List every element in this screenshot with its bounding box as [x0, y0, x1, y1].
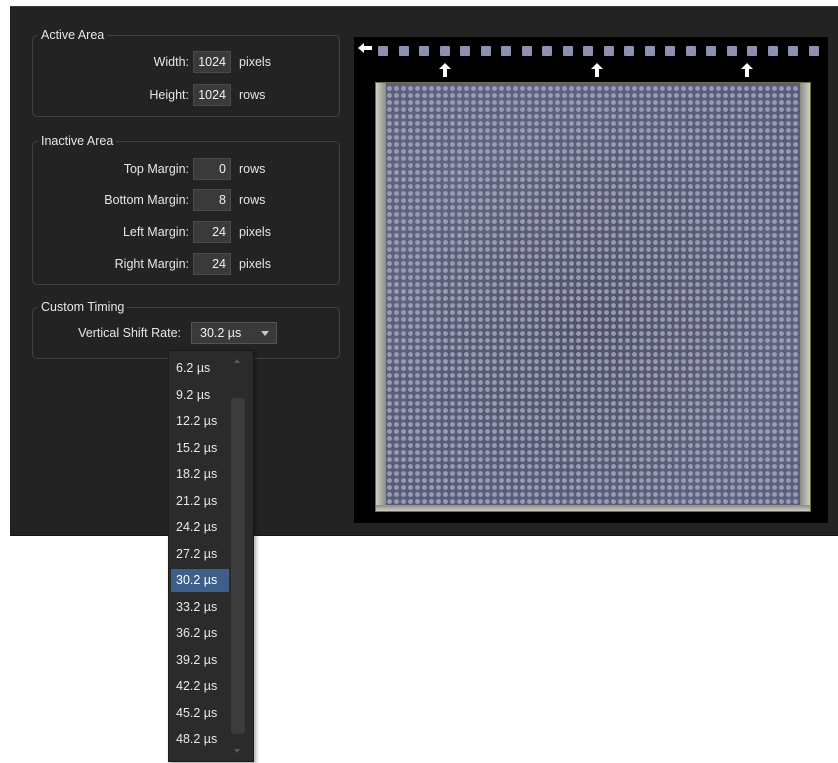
up-arrow-icon: [741, 63, 753, 77]
top-margin-field[interactable]: 0: [193, 158, 231, 180]
left-arrow-icon: [358, 43, 372, 53]
bottom-margin-strip: [376, 505, 810, 511]
bottom-margin-row: Bottom Margin: 8 rows: [33, 189, 339, 213]
width-row: Width: 1024 pixels: [33, 51, 339, 75]
height-unit: rows: [239, 88, 266, 102]
left-margin-label: Left Margin:: [122, 225, 189, 239]
top-margin-label: Top Margin:: [123, 162, 189, 176]
right-margin-label: Right Margin:: [114, 257, 189, 271]
register-pixel: [644, 46, 655, 56]
register-pixel: [480, 46, 491, 56]
active-pixel-grid: [386, 85, 800, 505]
left-margin-strip: [376, 83, 386, 511]
register-pixel: [542, 46, 552, 56]
dropdown-option[interactable]: 6.2 µs: [171, 357, 229, 380]
vertical-shift-rate-dropdown[interactable]: 6.2 µs 9.2 µs 12.2 µs 15.2 µs 18.2 µs 21.2 µs…: [168, 350, 254, 762]
bottom-margin-label: Bottom Margin:: [104, 193, 189, 207]
active-area-group: Active Area Width: 1024 pixels Height: 1…: [32, 28, 340, 117]
height-label: Height:: [149, 88, 189, 102]
custom-timing-title: Custom Timing: [38, 300, 128, 314]
height-row: Height: 1024 rows: [33, 84, 339, 108]
register-pixel: [685, 46, 696, 56]
dropdown-option[interactable]: 48.2 µs: [171, 728, 229, 751]
dropdown-option[interactable]: 9.2 µs: [171, 384, 229, 407]
register-pixel: [501, 46, 511, 56]
register-pixel: [747, 46, 757, 56]
bottom-margin-unit: rows: [239, 193, 266, 207]
register-pixel: [583, 46, 593, 56]
dropdown-option[interactable]: 45.2 µs: [171, 702, 229, 725]
dropdown-option[interactable]: 33.2 µs: [171, 596, 229, 619]
dropdown-option[interactable]: 24.2 µs: [171, 516, 229, 539]
right-margin-strip: [800, 83, 810, 511]
register-pixel: [808, 46, 819, 56]
inactive-area-title: Inactive Area: [38, 134, 117, 148]
top-margin-unit: rows: [239, 162, 266, 176]
inactive-area-group: Inactive Area Top Margin: 0 rows Bottom …: [32, 134, 340, 285]
left-margin-field[interactable]: 24: [193, 221, 231, 243]
active-area-title: Active Area: [38, 28, 108, 42]
ccd-image-area: [375, 82, 811, 512]
dropdown-scrollbar[interactable]: [230, 353, 246, 759]
register-pixel: [603, 46, 614, 56]
up-arrow-icon: [591, 63, 603, 77]
height-field[interactable]: 1024: [193, 84, 231, 106]
dropdown-option[interactable]: 15.2 µs: [171, 437, 229, 460]
dropdown-option[interactable]: 18.2 µs: [171, 463, 229, 486]
register-pixel: [788, 46, 798, 56]
vertical-shift-rate-label: Vertical Shift Rate:: [78, 326, 181, 340]
register-pixel: [706, 46, 716, 56]
width-field[interactable]: 1024: [193, 51, 231, 73]
scroll-up-icon[interactable]: [234, 359, 240, 363]
left-margin-unit: pixels: [239, 225, 271, 239]
vertical-shift-rate-row: Vertical Shift Rate: 30.2 µs: [33, 322, 339, 346]
dropdown-option[interactable]: 30.2 µs: [171, 569, 229, 592]
chevron-down-icon[interactable]: [261, 331, 269, 336]
register-pixel: [665, 46, 675, 56]
register-pixel: [624, 46, 634, 56]
scroll-down-icon[interactable]: [234, 749, 240, 753]
right-margin-unit: pixels: [239, 257, 271, 271]
top-margin-row: Top Margin: 0 rows: [33, 158, 339, 182]
right-margin-row: Right Margin: 24 pixels: [33, 253, 339, 277]
width-label: Width:: [153, 55, 189, 69]
register-pixel: [726, 46, 737, 56]
right-margin-field[interactable]: 24: [193, 253, 231, 275]
register-pixel: [439, 46, 450, 56]
vertical-shift-rate-value: 30.2 µs: [200, 326, 242, 340]
width-unit: pixels: [239, 55, 271, 69]
bottom-margin-field[interactable]: 8: [193, 189, 231, 211]
dropdown-option[interactable]: 12.2 µs: [171, 410, 229, 433]
register-pixel: [398, 46, 409, 56]
dropdown-option[interactable]: 42.2 µs: [171, 675, 229, 698]
scrollbar-thumb[interactable]: [231, 398, 245, 734]
register-pixel: [419, 46, 429, 56]
left-margin-row: Left Margin: 24 pixels: [33, 221, 339, 245]
dropdown-option[interactable]: 39.2 µs: [171, 649, 229, 672]
vertical-shift-rate-select[interactable]: 30.2 µs: [191, 322, 277, 344]
register-pixel: [767, 46, 778, 56]
dropdown-option[interactable]: 36.2 µs: [171, 622, 229, 645]
register-pixel: [460, 46, 470, 56]
register-pixel: [378, 46, 388, 56]
register-pixel: [521, 46, 532, 56]
dropdown-option[interactable]: 21.2 µs: [171, 490, 229, 513]
up-arrow-icon: [439, 63, 451, 77]
sensor-diagram: [354, 37, 828, 523]
dropdown-option[interactable]: 27.2 µs: [171, 543, 229, 566]
camera-setup-panel: Active Area Width: 1024 pixels Height: 1…: [10, 6, 838, 536]
register-pixel: [562, 46, 573, 56]
